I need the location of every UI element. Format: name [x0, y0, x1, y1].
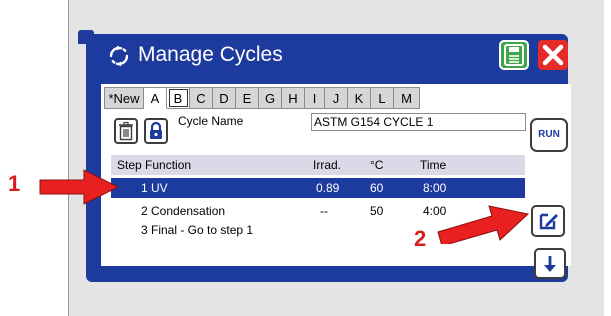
cycle-name-field[interactable]: ASTM G154 CYCLE 1 — [311, 113, 526, 131]
tab-m[interactable]: M — [394, 87, 420, 109]
row-1-time: 8:00 — [423, 181, 447, 195]
callout-number-1: 1 — [8, 171, 21, 196]
delete-cycle-button[interactable] — [114, 118, 138, 144]
row-2-step[interactable]: 2 Condensation — [141, 204, 225, 218]
run-button[interactable]: RUN — [530, 118, 568, 152]
tab-h[interactable]: H — [282, 87, 305, 109]
row-1-step: 1 UV — [141, 181, 168, 195]
tab-g[interactable]: G — [259, 87, 282, 109]
cycle-tabs: *New A B C D E G H I J K L M — [104, 87, 420, 109]
cycle-name-label: Cycle Name — [178, 114, 244, 128]
close-button[interactable] — [538, 40, 568, 70]
tab-e[interactable]: E — [236, 87, 259, 109]
red-arrow-icon — [437, 205, 530, 244]
tab-i[interactable]: I — [305, 87, 325, 109]
move-down-button[interactable] — [534, 248, 566, 279]
red-arrow-icon — [39, 169, 120, 205]
row-2-irrad: -- — [320, 204, 328, 218]
row-2-temp: 50 — [370, 204, 384, 218]
row-3-step[interactable]: 3 Final - Go to step 1 — [141, 223, 253, 237]
edit-step-button[interactable] — [531, 205, 565, 237]
trash-icon — [119, 121, 133, 141]
header-temp: °C — [370, 158, 384, 172]
edit-pencil-icon — [539, 213, 558, 230]
lock-icon — [150, 121, 162, 139]
header-time: Time — [420, 158, 447, 172]
header-step-function: Step Function — [117, 158, 192, 172]
tab-new[interactable]: *New — [104, 87, 144, 109]
tab-k[interactable]: K — [348, 87, 371, 109]
row-1-temp: 60 — [370, 181, 384, 195]
save-floppy-icon — [504, 44, 524, 66]
tab-c[interactable]: C — [190, 87, 213, 109]
callout-number-2: 2 — [414, 226, 427, 251]
row-1-irrad: 0.89 — [316, 181, 340, 195]
tab-l[interactable]: L — [371, 87, 394, 109]
lock-cycle-button[interactable] — [144, 118, 168, 144]
header-irrad: Irrad. — [313, 158, 342, 172]
save-button[interactable] — [499, 40, 529, 70]
close-x-icon — [542, 44, 564, 66]
refresh-cycle-icon — [109, 45, 129, 67]
tab-j[interactable]: J — [325, 87, 348, 109]
arrow-down-icon — [544, 256, 556, 272]
tab-b[interactable]: B — [167, 87, 190, 109]
tab-d[interactable]: D — [213, 87, 236, 109]
tab-a[interactable]: A — [144, 87, 167, 109]
window-title: Manage Cycles — [138, 43, 283, 66]
